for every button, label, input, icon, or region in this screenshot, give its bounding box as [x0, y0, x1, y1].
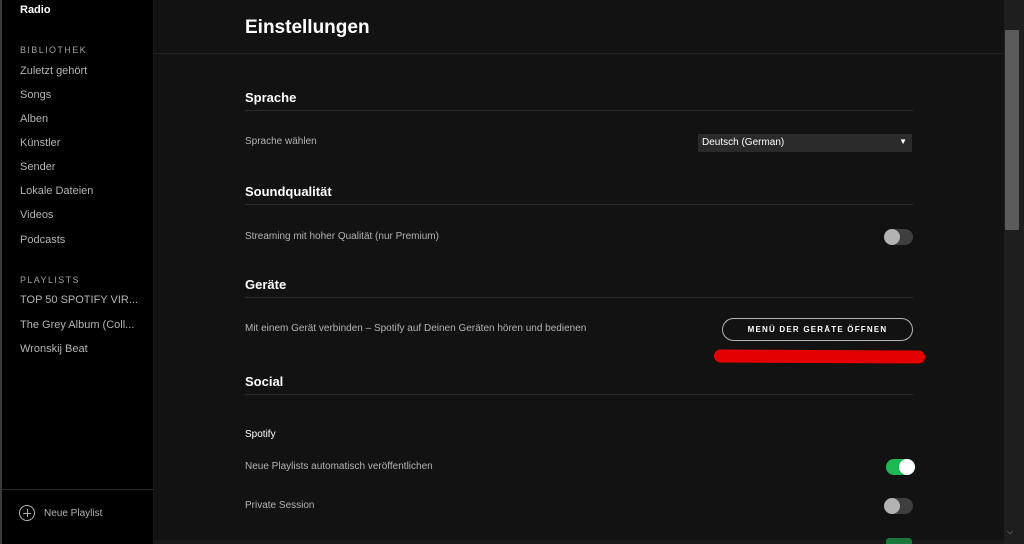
section-divider: [245, 394, 913, 395]
sidebar-item-podcasts[interactable]: Podcasts: [20, 234, 145, 246]
sidebar-divider: [2, 489, 153, 490]
playlists-heading: PLAYLISTS: [20, 275, 80, 285]
section-title-social: Social: [245, 374, 284, 389]
sidebar-playlist-item[interactable]: The Grey Album (Coll...: [20, 319, 145, 331]
new-playlist-label: Neue Playlist: [44, 507, 103, 519]
sidebar-playlist-item[interactable]: Wronskij Beat: [20, 343, 145, 355]
section-title-language: Sprache: [245, 90, 297, 105]
language-label: Sprache wählen: [245, 136, 317, 147]
sidebar-item-stations[interactable]: Sender: [20, 161, 145, 173]
private-session-label: Private Session: [245, 500, 315, 511]
section-divider: [245, 204, 913, 205]
sidebar-item-songs[interactable]: Songs: [20, 89, 145, 101]
page-header: Einstellungen: [154, 0, 1004, 54]
high-quality-streaming-toggle[interactable]: [884, 229, 913, 245]
page-title: Einstellungen: [245, 17, 370, 38]
section-divider: [245, 110, 913, 111]
toggle-knob: [884, 229, 900, 245]
caret-down-icon: ▼: [899, 137, 907, 146]
sidebar-item-radio[interactable]: Radio: [20, 4, 51, 16]
section-title-sound-quality: Soundqualität: [245, 184, 332, 199]
settings-page: Einstellungen Sprache Sprache wählen Deu…: [154, 0, 1004, 544]
sidebar-playlist-item[interactable]: TOP 50 SPOTIFY VIR...: [20, 294, 145, 306]
sidebar-item-albums[interactable]: Alben: [20, 113, 145, 125]
red-annotation-mark: [713, 349, 926, 364]
open-devices-menu-button[interactable]: MENÜ DER GERÄTE ÖFFNEN: [722, 318, 913, 341]
chevron-down-icon[interactable]: ⌵: [1007, 527, 1013, 537]
library-heading: BIBLIOTHEK: [20, 45, 88, 55]
social-subheading-spotify: Spotify: [245, 429, 276, 440]
toggle-knob: [884, 498, 900, 514]
plus-circle-icon: [19, 505, 35, 521]
devices-label: Mit einem Gerät verbinden – Spotify auf …: [245, 323, 587, 334]
auto-publish-playlists-toggle[interactable]: [886, 459, 915, 475]
bottom-edge: [154, 540, 1004, 544]
high-quality-streaming-label: Streaming mit hoher Qualität (nur Premiu…: [245, 231, 439, 242]
private-session-toggle[interactable]: [884, 498, 913, 514]
sidebar-item-artists[interactable]: Künstler: [20, 137, 145, 149]
partially-visible-toggle: [886, 538, 912, 544]
sidebar: Radio BIBLIOTHEK Zuletzt gehört Songs Al…: [2, 0, 154, 544]
toggle-knob: [899, 459, 915, 475]
sidebar-item-recently-played[interactable]: Zuletzt gehört: [20, 65, 145, 77]
scrollbar-thumb[interactable]: [1005, 30, 1019, 230]
language-select-value: Deutsch (German): [702, 137, 785, 148]
sidebar-item-videos[interactable]: Videos: [20, 209, 145, 221]
language-select[interactable]: Deutsch (German) ▼: [698, 134, 912, 152]
section-divider: [245, 297, 913, 298]
sidebar-item-local-files[interactable]: Lokale Dateien: [20, 185, 145, 197]
auto-publish-playlists-label: Neue Playlists automatisch veröffentlich…: [245, 461, 433, 472]
section-title-devices: Geräte: [245, 277, 287, 292]
new-playlist-button[interactable]: Neue Playlist: [19, 505, 102, 521]
